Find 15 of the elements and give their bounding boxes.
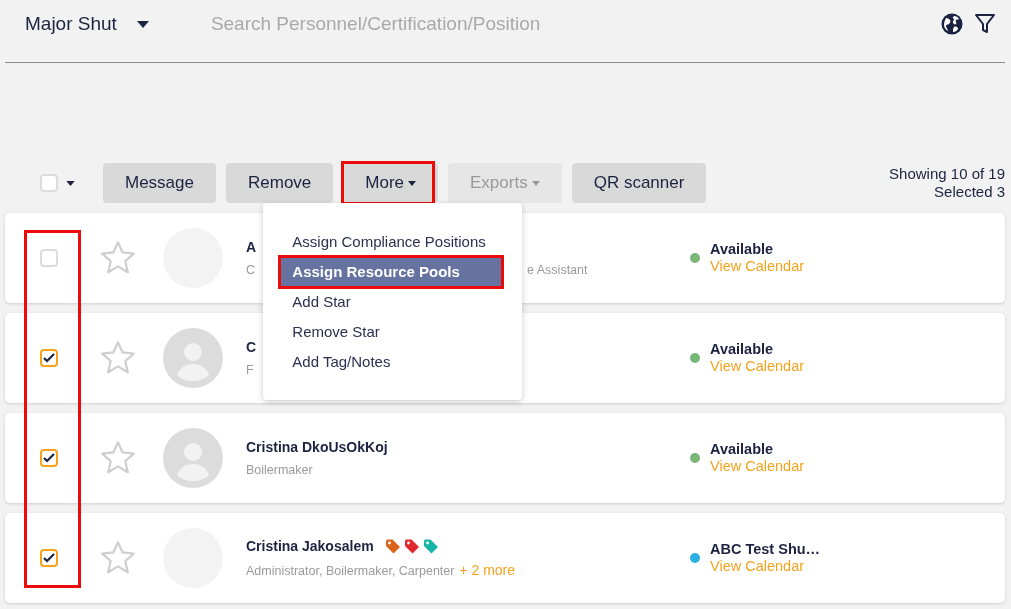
person-name: C	[246, 339, 257, 355]
person-name: A	[246, 239, 257, 255]
person-role: e Assistant	[527, 263, 588, 277]
person-name: Cristina Jakosalem	[246, 538, 374, 554]
person-name: Cristina DkoUsOkKoj	[246, 439, 388, 455]
status-label: Available	[710, 341, 775, 358]
status-label: ABC Test Shu…	[710, 541, 821, 558]
person-role: F	[246, 363, 254, 377]
status-label: Available	[710, 441, 775, 458]
status-label: Available	[710, 241, 775, 258]
person-role: Boilermaker	[246, 463, 313, 477]
person-role: Administrator, Boilermaker, Carpenter	[246, 564, 455, 578]
showing-count: Showing 10 of 19	[889, 165, 1005, 183]
person-role: C	[246, 263, 256, 277]
selected-count: Selected 3	[934, 183, 1005, 201]
